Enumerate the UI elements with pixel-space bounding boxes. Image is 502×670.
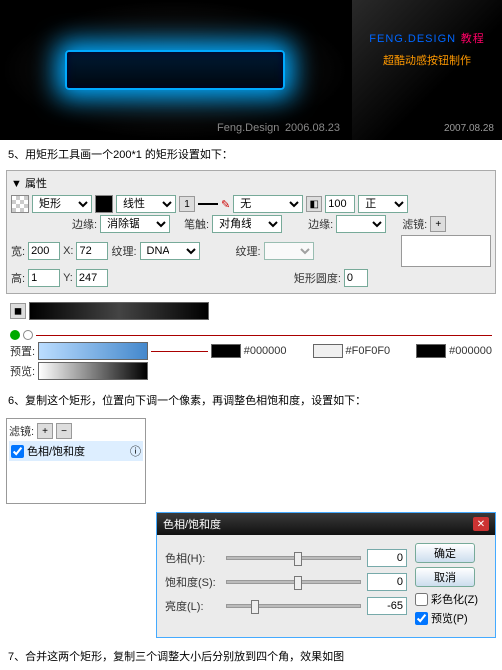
- properties-title: ▼ 属性: [11, 175, 491, 191]
- gradient-type-icon[interactable]: ◼: [10, 303, 26, 319]
- stroke-preview-icon: [198, 203, 218, 205]
- hex3: #000000: [449, 345, 492, 357]
- colorize-label: 彩色化(Z): [431, 591, 478, 607]
- preset-label: 预置:: [10, 343, 35, 359]
- filter-enable-checkbox[interactable]: [11, 445, 24, 458]
- filter-item-label: 色相/饱和度: [27, 443, 85, 459]
- preset-select[interactable]: [38, 342, 148, 360]
- radio-on-icon[interactable]: [10, 330, 20, 340]
- brand-text: FENG.DESIGN: [369, 33, 456, 45]
- step-7-text: 7、合并这两个矩形，复制三个调整大小后分别放到四个角，效果如图: [0, 642, 502, 670]
- stroke-style-select[interactable]: 对角线 1: [212, 215, 282, 233]
- fill-swatch[interactable]: [11, 195, 29, 213]
- texture-select[interactable]: DNA: [140, 242, 200, 260]
- color-stop-2[interactable]: [313, 344, 343, 358]
- hue-input[interactable]: [367, 549, 407, 567]
- hue-label: 色相(H):: [165, 550, 220, 566]
- cancel-button[interactable]: 取消: [415, 567, 475, 587]
- filter-label: 滤镜:: [402, 216, 427, 232]
- add-filter-button2[interactable]: +: [37, 423, 53, 439]
- height-label: 高:: [11, 270, 25, 286]
- preview-label: 预览:: [10, 363, 35, 379]
- opacity-icon: ◧: [306, 196, 322, 212]
- preview-cb-label: 预览(P): [431, 610, 468, 626]
- height-input[interactable]: [28, 269, 60, 287]
- rect-round-input[interactable]: [344, 269, 368, 287]
- lit-slider[interactable]: [226, 604, 361, 608]
- stroke-tip-select[interactable]: 无: [233, 195, 303, 213]
- width-input[interactable]: [28, 242, 60, 260]
- color-stop-1[interactable]: [211, 344, 241, 358]
- hex1: #000000: [244, 345, 287, 357]
- stroke-kind-select[interactable]: 线性: [116, 195, 176, 213]
- connector-line: [151, 351, 208, 352]
- shape-select[interactable]: 矩形: [32, 195, 92, 213]
- filter-list-panel: 滤镜: + − 色相/饱和度 ⓘ: [6, 418, 146, 504]
- radio-off-icon[interactable]: [23, 330, 33, 340]
- edge2-label: 边缘:: [308, 216, 333, 232]
- stroke-swatch[interactable]: [95, 195, 113, 213]
- y-input[interactable]: [76, 269, 108, 287]
- texture2-label: 纹理:: [236, 243, 261, 259]
- preview-checkbox[interactable]: [415, 612, 428, 625]
- stroke-style-label: 笔触:: [184, 216, 209, 232]
- sat-input[interactable]: [367, 573, 407, 591]
- tutorial-subtitle: 超酷动感按钮制作: [358, 52, 496, 68]
- filter-item-hsl[interactable]: 色相/饱和度 ⓘ: [9, 441, 143, 461]
- texture-label: 纹理:: [111, 243, 136, 259]
- hex2: #F0F0F0: [346, 345, 391, 357]
- glow-button-preview: [65, 50, 285, 90]
- connector-line: [36, 335, 492, 336]
- x-input[interactable]: [76, 242, 108, 260]
- blend-mode-select[interactable]: 正常: [358, 195, 408, 213]
- opacity-input[interactable]: [325, 195, 355, 213]
- hue-slider[interactable]: [226, 556, 361, 560]
- ok-button[interactable]: 确定: [415, 543, 475, 563]
- banner-preview-left: Feng.Design 2006.08.23: [0, 0, 350, 140]
- hsl-dialog: 色相/饱和度 ✕ 色相(H): 饱和度(S): 亮度(L):: [156, 512, 496, 638]
- edge-select[interactable]: 消除锯齿: [100, 215, 170, 233]
- banner-signature: Feng.Design: [217, 122, 279, 134]
- banner-title-card: FENG.DESIGN 教程 超酷动感按钮制作 2007.08.28: [352, 0, 502, 140]
- remove-filter-button[interactable]: −: [56, 423, 72, 439]
- add-filter-button[interactable]: +: [430, 216, 446, 232]
- pencil-icon[interactable]: ✎: [221, 198, 230, 211]
- properties-panel: ▼ 属性 矩形 线性 1 ✎ 无 ◧ 正常 边缘: 消除锯齿 笔触: 对角线 1…: [6, 170, 496, 294]
- texture2-select[interactable]: [264, 242, 314, 260]
- edge2-select[interactable]: [336, 215, 386, 233]
- info-icon[interactable]: ⓘ: [130, 443, 141, 459]
- lit-input[interactable]: [367, 597, 407, 615]
- close-icon[interactable]: ✕: [473, 517, 489, 531]
- filter-list-box[interactable]: [401, 235, 491, 267]
- filter-label2: 滤镜:: [9, 423, 34, 439]
- banner-right-date: 2007.08.28: [444, 123, 494, 134]
- edge-label: 边缘:: [72, 216, 97, 232]
- gradient-preview: [38, 362, 148, 380]
- stroke-width-stepper[interactable]: 1: [179, 196, 195, 212]
- hsl-dialog-title: 色相/饱和度: [163, 516, 221, 532]
- gradient-editor-bar[interactable]: [29, 302, 209, 320]
- rect-round-label: 矩形圆度:: [294, 270, 341, 286]
- lit-label: 亮度(L):: [165, 598, 220, 614]
- width-label: 宽:: [11, 243, 25, 259]
- y-label: Y:: [63, 272, 73, 284]
- step-6-text: 6、复制这个矩形，位置向下调一个像素，再调整色相饱和度，设置如下：: [0, 386, 502, 414]
- x-label: X:: [63, 245, 73, 257]
- color-stop-3[interactable]: [416, 344, 446, 358]
- colorize-checkbox[interactable]: [415, 593, 428, 606]
- tutorial-label: 教程: [461, 33, 485, 45]
- step-5-text: 5、用矩形工具画一个200*1 的矩形设置如下：: [0, 140, 502, 168]
- sat-label: 饱和度(S):: [165, 574, 220, 590]
- banner-left-date: 2006.08.23: [285, 122, 340, 134]
- sat-slider[interactable]: [226, 580, 361, 584]
